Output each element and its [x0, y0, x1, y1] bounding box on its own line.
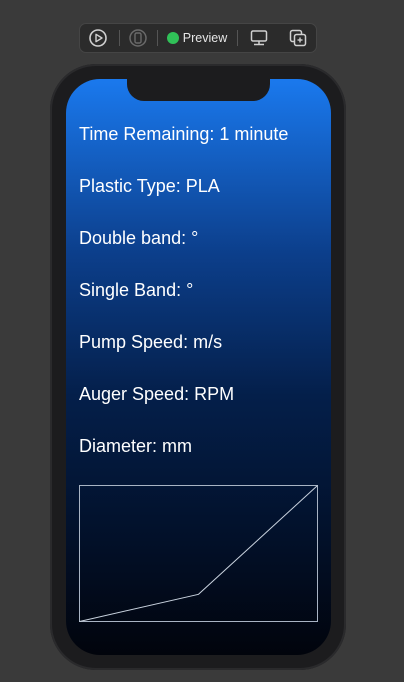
single-band-label: Single Band: °	[79, 280, 194, 300]
play-circle-icon[interactable]	[86, 24, 110, 52]
graph-line	[79, 485, 318, 622]
diameter-label: Diameter: mm	[79, 436, 193, 456]
preview-toolbar: Preview	[79, 23, 317, 53]
duplicate-icon[interactable]	[286, 24, 310, 52]
live-dot-icon	[166, 32, 179, 44]
auger-speed-label: Auger Speed: RPM	[79, 384, 235, 404]
device-settings-icon[interactable]	[247, 24, 271, 52]
graph-border	[79, 485, 318, 622]
device-notch	[127, 79, 270, 101]
graph-view	[79, 485, 318, 622]
pump-speed-label: Pump Speed: m/s	[79, 332, 223, 352]
device-variant-icon[interactable]	[126, 24, 150, 52]
preview-mode-button[interactable]: Preview	[164, 24, 230, 52]
plastic-type-label: Plastic Type: PLA	[79, 176, 220, 196]
double-band-label: Double band: °	[79, 228, 199, 248]
preview-label: Preview	[182, 31, 228, 45]
time-remaining-label: Time Remaining: 1 minute	[79, 124, 289, 144]
